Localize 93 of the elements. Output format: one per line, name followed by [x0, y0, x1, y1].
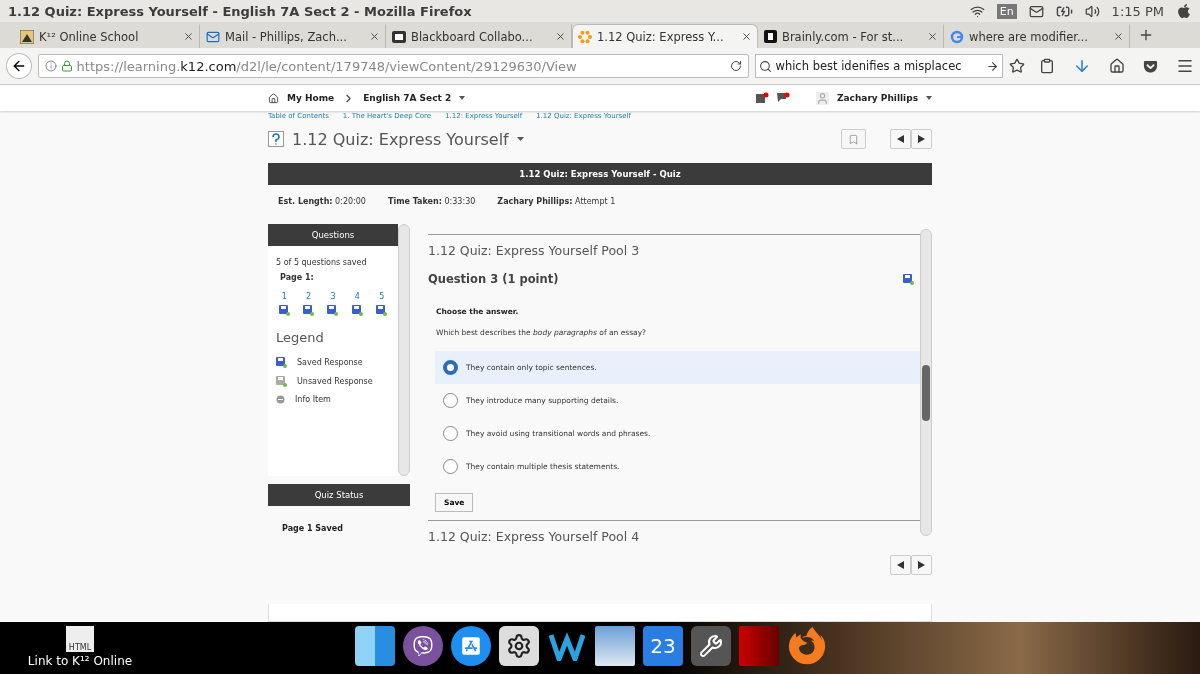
download-icon[interactable]	[1073, 57, 1091, 75]
volume-icon	[1084, 3, 1100, 19]
floppy-icon	[276, 357, 287, 368]
floppy-icon	[351, 305, 363, 316]
previous-button[interactable]	[890, 129, 911, 149]
floppy-icon	[303, 305, 315, 316]
tools-icon[interactable]	[691, 626, 731, 666]
quiz-status-heading: Quiz Status	[268, 484, 410, 506]
browser-tab[interactable]: 1.12 Quiz: Express Y...	[572, 24, 758, 48]
address-bar[interactable]: https://learning.k12.com/d2l/le/content/179748/viewContent/29129630/View	[37, 54, 750, 78]
calendar-icon[interactable]: 23	[643, 626, 683, 666]
quiz-info: Est. Length: 0:20:00	[278, 197, 366, 206]
question-link[interactable]: 3	[330, 292, 336, 301]
star-icon[interactable]	[1009, 58, 1025, 74]
back-button[interactable]	[6, 53, 32, 79]
pool-title: 1.12 Quiz: Express Yourself Pool 3	[428, 242, 641, 258]
user-menu[interactable]: Zachary Phillips	[837, 93, 918, 103]
pocket-icon[interactable]	[1143, 58, 1158, 74]
screen-icon	[392, 30, 406, 43]
caret-icon	[459, 96, 466, 100]
floppy-icon	[903, 273, 914, 285]
question-link[interactable]: 4	[354, 292, 360, 301]
floppy-icon	[278, 305, 290, 316]
window-title: 1.12 Quiz: Express Yourself - English 7A Sect 2 - Mozilla Firefox	[8, 3, 473, 19]
close-icon[interactable]	[927, 31, 938, 42]
clipboard-icon[interactable]	[1039, 58, 1055, 74]
close-icon[interactable]	[183, 31, 194, 42]
keyboard-indicator: En	[996, 3, 1017, 19]
google-icon	[950, 29, 964, 44]
right-triangle-icon	[918, 561, 925, 569]
phone-icon[interactable]	[403, 626, 443, 666]
close-icon[interactable]	[741, 31, 752, 42]
quiz-info: Time Taken: 0:33:30	[387, 197, 476, 206]
wifi-icon	[969, 3, 985, 19]
legend-label: Saved Response	[297, 358, 363, 367]
new-tab-icon[interactable]	[1138, 27, 1154, 43]
chat-icon[interactable]	[777, 92, 790, 104]
floppy-icon	[327, 305, 339, 316]
quiz-title-bar: 1.12 Quiz: Express Yourself - Quiz	[268, 163, 932, 185]
home-icon[interactable]	[1109, 58, 1125, 74]
close-icon[interactable]	[1113, 31, 1124, 42]
legend-label: Unsaved Response	[297, 377, 373, 386]
question-link[interactable]: 2	[306, 292, 312, 301]
lock-icon	[60, 60, 73, 72]
close-icon[interactable]	[369, 31, 380, 42]
legend-label: Info Item	[295, 395, 331, 404]
left-triangle-icon	[897, 135, 904, 143]
mail-icon	[206, 29, 220, 44]
right-triangle-icon	[918, 135, 925, 143]
gear-icon[interactable]	[499, 626, 539, 666]
search-icon	[759, 59, 773, 73]
avatar-icon	[816, 91, 829, 105]
caret-icon	[926, 96, 932, 100]
question-icon	[268, 131, 284, 147]
apple-icon	[1176, 3, 1192, 19]
quiz-info: Zachary Phillips: Attempt 1	[497, 197, 616, 206]
next-button[interactable]	[911, 129, 932, 149]
question-link[interactable]: 5	[379, 292, 385, 301]
go-arrow-icon	[986, 59, 999, 73]
question-title: Question 3 (1 point)	[428, 272, 559, 287]
legend-title: Legend	[275, 329, 325, 347]
notification-icon[interactable]	[756, 92, 769, 104]
menu-icon[interactable]	[1176, 57, 1194, 75]
page-label: Page 1:	[279, 273, 315, 282]
file-icon[interactable]: HTML	[66, 626, 94, 652]
home-icon	[268, 92, 279, 104]
caret-icon[interactable]	[516, 137, 524, 141]
close-icon[interactable]	[555, 31, 566, 42]
scrollbar-thumb[interactable]	[922, 365, 930, 421]
app-store-icon[interactable]	[451, 626, 491, 666]
firefox-icon[interactable]	[787, 626, 827, 666]
school-icon	[20, 29, 34, 44]
status-text: Page 1 Saved	[281, 523, 344, 535]
course-link[interactable]: English 7A Sect 2	[363, 93, 452, 103]
search-field[interactable]: which best idenifies a misplacec	[755, 54, 1003, 78]
previous-button[interactable]	[890, 555, 911, 575]
floppy-icon	[276, 376, 287, 387]
left-triangle-icon	[897, 561, 904, 569]
file-label: Link to K¹² Online	[27, 654, 133, 668]
reload-icon[interactable]	[730, 60, 743, 72]
brand-icon	[764, 30, 777, 43]
page-title: 1.12 Quiz: Express Yourself	[292, 129, 509, 149]
bookmark-icon	[848, 133, 859, 145]
questions-heading: Questions	[268, 224, 398, 246]
next-button[interactable]	[911, 555, 932, 575]
saved-count: 5 of 5 questions saved	[275, 258, 368, 267]
mail-icon	[1028, 3, 1044, 19]
clock: 1:15 PM	[1111, 3, 1164, 19]
pool-title: 1.12 Quiz: Express Yourself Pool 4	[428, 529, 641, 544]
home-link[interactable]: My Home	[287, 93, 335, 103]
floppy-icon	[376, 305, 388, 316]
question-link[interactable]: 1	[281, 292, 287, 301]
url-text: https://learning.k12.com/d2l/le/content/179748/viewContent/29129630/View	[76, 58, 577, 74]
